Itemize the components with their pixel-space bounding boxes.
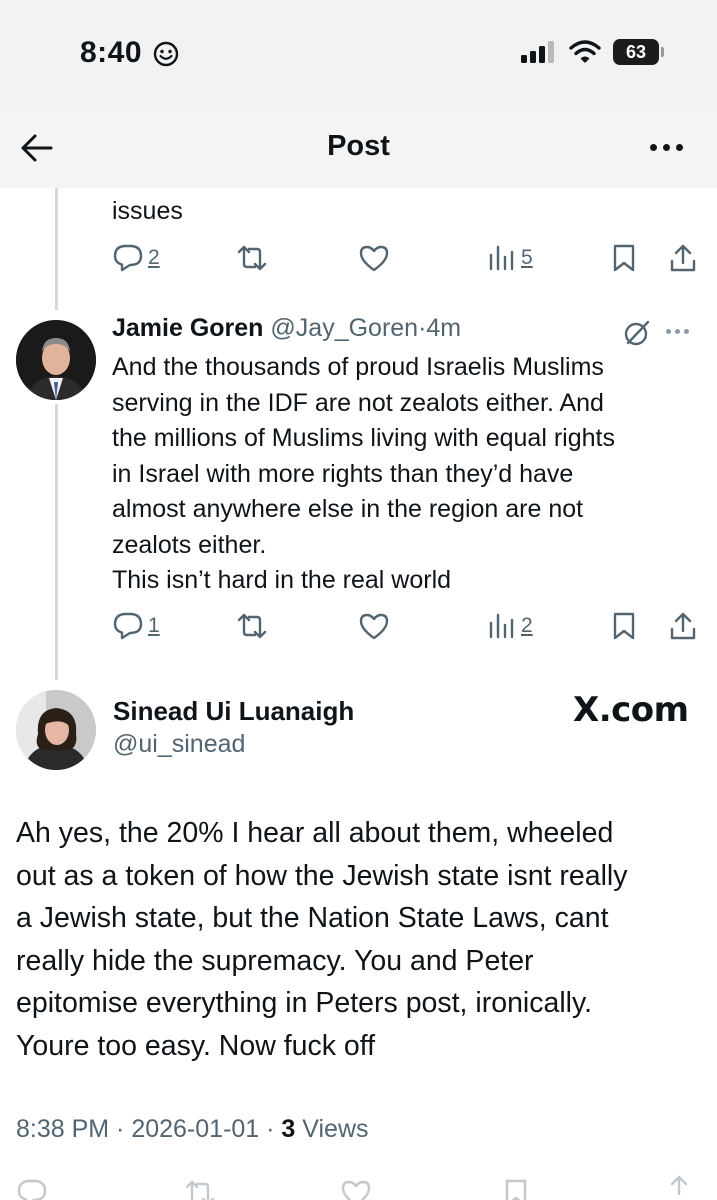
avatar-image <box>16 320 96 400</box>
avatar[interactable] <box>16 320 96 400</box>
repost-button[interactable] <box>234 611 270 641</box>
page-title: Post <box>327 130 390 162</box>
author-handle[interactable]: @ui_sinead <box>113 730 245 759</box>
author-handle[interactable]: @Jay_Goren <box>270 314 418 342</box>
wifi-icon <box>569 40 601 63</box>
reply-count: 1 <box>148 614 160 637</box>
views-icon <box>489 613 514 639</box>
post-timestamp[interactable]: 8:38 PM · 2026-01-01 · <box>16 1115 281 1143</box>
more-icon[interactable] <box>650 144 683 151</box>
signal-icon <box>521 41 554 63</box>
share-icon[interactable] <box>664 1174 694 1200</box>
post-actions <box>0 1170 717 1200</box>
reply-text: And the thousands of proud Israelis Musl… <box>112 353 615 594</box>
like-icon <box>359 245 389 272</box>
thread-line <box>55 188 58 310</box>
share-button[interactable] <box>668 611 698 641</box>
author-name[interactable]: Jamie Goren <box>112 314 263 342</box>
avatar-image <box>16 690 96 770</box>
top-nav-bar: Post <box>0 108 717 188</box>
time-ago[interactable]: 4m <box>426 314 461 342</box>
views-icon <box>489 245 514 271</box>
reply-icon <box>113 612 143 640</box>
status-time: 8:40 <box>80 36 143 69</box>
reply-actions: 1 2 <box>112 611 702 645</box>
reply-button[interactable]: 2 <box>112 243 160 273</box>
views-button[interactable]: 2 <box>487 611 533 641</box>
repost-icon[interactable] <box>182 1178 218 1200</box>
status-bar: 8:40 63 <box>0 0 717 108</box>
bookmark-icon <box>613 244 635 272</box>
thread-line <box>55 404 58 680</box>
share-button[interactable] <box>668 243 698 273</box>
author-name[interactable]: Sinead Ui Luanaigh <box>113 696 354 727</box>
views-count: 5 <box>521 246 533 269</box>
reply-icon[interactable] <box>16 1178 48 1200</box>
previous-reply-text: issues <box>112 197 183 225</box>
like-icon[interactable] <box>340 1178 372 1200</box>
share-icon <box>670 612 696 640</box>
repost-icon <box>237 245 267 271</box>
post-views-count: 3 <box>281 1115 296 1143</box>
bookmark-icon <box>613 612 635 640</box>
bookmark-button[interactable] <box>610 611 638 641</box>
views-button[interactable]: 5 <box>487 243 533 273</box>
avatar[interactable] <box>16 690 96 770</box>
reply-count: 2 <box>148 246 160 269</box>
bookmark-button[interactable] <box>610 243 638 273</box>
reply-more-icon[interactable] <box>666 329 689 334</box>
previous-reply-actions: 2 5 <box>112 243 702 277</box>
repost-icon <box>237 613 267 639</box>
views-count: 2 <box>521 614 533 637</box>
bookmark-icon[interactable] <box>502 1178 530 1200</box>
repost-button[interactable] <box>234 243 270 273</box>
post-views-label: Views <box>295 1115 369 1143</box>
reply-header: Jamie Goren @Jay_Goren·4m <box>112 314 702 350</box>
post-text: Ah yes, the 20% I hear all about them, w… <box>16 817 628 1062</box>
status-indicators: 63 <box>521 39 664 65</box>
share-icon <box>670 244 696 272</box>
smiley-icon <box>153 41 179 67</box>
battery-icon: 63 <box>613 39 664 65</box>
xcom-watermark: X.com <box>573 690 689 730</box>
grok-icon[interactable] <box>622 318 652 348</box>
reply-button[interactable]: 1 <box>112 611 160 641</box>
like-button[interactable] <box>358 243 390 273</box>
reply-icon <box>113 244 143 272</box>
post-meta: 8:38 PM · 2026-01-01 · 3 Views <box>16 1115 369 1144</box>
like-button[interactable] <box>358 611 390 641</box>
like-icon <box>359 613 389 640</box>
